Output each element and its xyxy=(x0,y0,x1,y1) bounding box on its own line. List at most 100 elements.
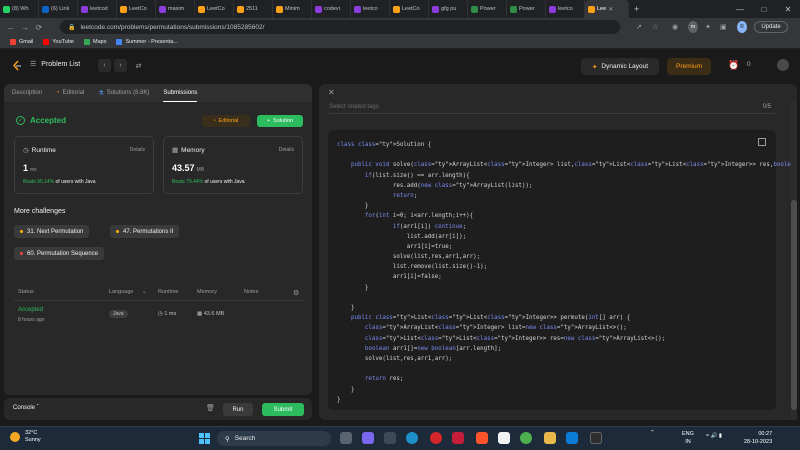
chevron-down-icon[interactable]: ⌄ xyxy=(142,289,147,295)
memory-details-link[interactable]: Details xyxy=(279,147,294,153)
premium-button[interactable]: Premium xyxy=(667,58,711,75)
wifi-speaker-battery-icons[interactable]: ≈ 🔊 ▮ xyxy=(706,433,722,439)
browser-tab[interactable]: LeetCo xyxy=(390,0,429,18)
app-l-icon[interactable] xyxy=(498,432,510,444)
browser-tab[interactable]: gfg pu xyxy=(429,0,468,18)
col-language[interactable]: Language xyxy=(109,289,133,295)
code-text[interactable]: class class="ty">Solution { public void … xyxy=(337,140,797,405)
browser-tab[interactable]: 2511 xyxy=(234,0,273,18)
sidebar-icon[interactable]: ▣ xyxy=(720,21,727,33)
bookmark-star-icon[interactable]: ☆ xyxy=(652,21,658,33)
memory-card[interactable]: ▦ Memory Details 43.57 MB Beats 79.44% of… xyxy=(163,136,303,194)
problem-list-link[interactable]: ☰ Problem List xyxy=(30,60,80,69)
bookmark-item[interactable]: Summer - Presenta... xyxy=(116,39,178,45)
new-tab-button[interactable]: + xyxy=(629,4,644,14)
forward-icon[interactable]: → xyxy=(18,23,32,32)
photos-icon[interactable] xyxy=(566,432,578,444)
tray-up-icon[interactable]: ⌃ xyxy=(650,430,655,436)
file-explorer-icon[interactable] xyxy=(384,432,396,444)
submit-button[interactable]: Submit xyxy=(262,403,304,416)
weather-widget[interactable]: 32°C Sunny xyxy=(10,430,41,444)
col-status[interactable]: Status xyxy=(18,289,34,295)
code-line: public void solve(class="ty">ArrayList<c… xyxy=(350,162,797,169)
language-indicator[interactable]: ENG IN xyxy=(682,430,694,446)
chat-icon[interactable] xyxy=(362,432,374,444)
update-button[interactable]: Update xyxy=(754,21,788,33)
folder-icon[interactable] xyxy=(544,432,556,444)
browser-tab[interactable]: maxim xyxy=(156,0,195,18)
browser-tab[interactable]: leetco xyxy=(351,0,390,18)
run-button[interactable]: Run xyxy=(223,403,253,416)
bookmark-item[interactable]: Maps xyxy=(84,39,106,45)
browser-tab[interactable]: leetco xyxy=(546,0,585,18)
editorial-button[interactable]: ▫ Editorial xyxy=(202,115,250,127)
opera-icon[interactable] xyxy=(430,432,442,444)
maximize-icon[interactable]: □ xyxy=(752,0,776,18)
language-code: ENG xyxy=(682,431,694,437)
browser-tab[interactable]: LeetCo xyxy=(195,0,234,18)
avatar[interactable]: R xyxy=(737,21,747,33)
share-icon[interactable]: ↗ xyxy=(636,21,642,33)
panel-tab[interactable]: ◔ Editorial xyxy=(56,84,84,102)
close-tab-icon[interactable]: ✕ xyxy=(608,6,613,13)
tab-label: Power xyxy=(480,6,496,12)
back-icon[interactable]: ← xyxy=(4,23,18,32)
challenge-chip[interactable]: 31. Next Permutation xyxy=(14,225,90,238)
mcafee-icon[interactable] xyxy=(452,432,464,444)
streak-count[interactable]: 0 xyxy=(747,61,751,68)
leetcode-logo-icon[interactable] xyxy=(12,60,22,72)
task-view-icon[interactable] xyxy=(340,432,352,444)
runtime-details-link[interactable]: Details xyxy=(130,147,145,153)
close-icon[interactable]: ✕ xyxy=(328,88,335,97)
taskbar-clock[interactable]: 00:27 28-10-2023 xyxy=(744,430,772,446)
panel-tab[interactable]: Submissions xyxy=(163,84,198,102)
edge-icon[interactable] xyxy=(406,432,418,444)
shuffle-icon[interactable]: ⇄ xyxy=(132,59,145,72)
settings-gear-icon[interactable]: ⚙ xyxy=(293,289,299,297)
code-block[interactable]: class class="ty">Solution { public void … xyxy=(328,130,797,410)
chrome-icon[interactable] xyxy=(520,432,532,444)
col-runtime: Runtime xyxy=(158,289,179,295)
next-problem-icon[interactable]: › xyxy=(114,59,127,72)
panel-tab[interactable]: ⚗ Solutions (8.8K) xyxy=(98,84,149,102)
console-toggle[interactable]: Console ˆ xyxy=(13,405,39,411)
bookmark-item[interactable]: Gmail xyxy=(10,39,33,45)
browser-tab[interactable]: Minim xyxy=(273,0,312,18)
dynamic-layout-button[interactable]: ✦ Dynamic Layout xyxy=(581,58,659,75)
minimize-icon[interactable]: — xyxy=(728,0,752,18)
browser-tab[interactable]: Power xyxy=(507,0,546,18)
challenge-chip[interactable]: 47. Permutations II xyxy=(110,225,180,238)
browser-tab[interactable]: leetcod xyxy=(78,0,117,18)
camera-icon[interactable]: ◉ xyxy=(672,21,678,33)
user-avatar[interactable] xyxy=(777,59,789,71)
profile-ext-icon[interactable]: m xyxy=(688,21,698,33)
browser-tab[interactable]: codevi xyxy=(312,0,351,18)
browser-tab[interactable]: Lee ✕ xyxy=(585,0,629,18)
prev-problem-icon[interactable]: ‹ xyxy=(98,59,111,72)
brave-icon[interactable] xyxy=(476,432,488,444)
extensions-icon[interactable]: ✦ xyxy=(705,21,711,33)
address-bar[interactable]: 🔒 leetcode.com/problems/permutations/sub… xyxy=(60,20,620,34)
close-window-icon[interactable]: ✕ xyxy=(776,0,800,18)
panel-tab[interactable]: Description xyxy=(12,84,42,102)
browser-tab[interactable]: (8) Wh xyxy=(0,0,39,18)
browser-tab[interactable]: LeetCo xyxy=(117,0,156,18)
reload-icon[interactable]: ⟳ xyxy=(32,23,46,32)
related-tags-input[interactable]: Select related tags xyxy=(329,100,775,114)
alarm-icon[interactable]: ⏰ xyxy=(728,60,739,71)
terminal-icon[interactable] xyxy=(590,432,602,444)
runtime-card[interactable]: ◷ Runtime Details 1 ms Beats 95.14% of us… xyxy=(14,136,154,194)
bookmark-item[interactable]: YouTube xyxy=(43,39,74,45)
trash-icon[interactable]: 🗑 xyxy=(206,404,215,412)
panel-splitter[interactable] xyxy=(314,84,318,420)
solution-button[interactable]: + Solution xyxy=(257,115,303,127)
taskbar-search[interactable]: ⚲ Search xyxy=(217,431,331,446)
challenge-chip[interactable]: 60. Permutation Sequence xyxy=(14,247,105,260)
scrollbar-thumb[interactable] xyxy=(791,200,797,410)
system-tray[interactable]: ⌃ ENG IN ≈ 🔊 ▮ xyxy=(650,430,722,445)
browser-tab[interactable]: Power xyxy=(468,0,507,18)
windows-start-icon[interactable] xyxy=(199,433,210,444)
browser-tab[interactable]: (6) Link xyxy=(39,0,78,18)
table-row[interactable]: Accepted 8 hours ago Java ◷ 1 ms ▦ 43.6 … xyxy=(14,305,304,327)
row-status[interactable]: Accepted xyxy=(18,307,43,313)
